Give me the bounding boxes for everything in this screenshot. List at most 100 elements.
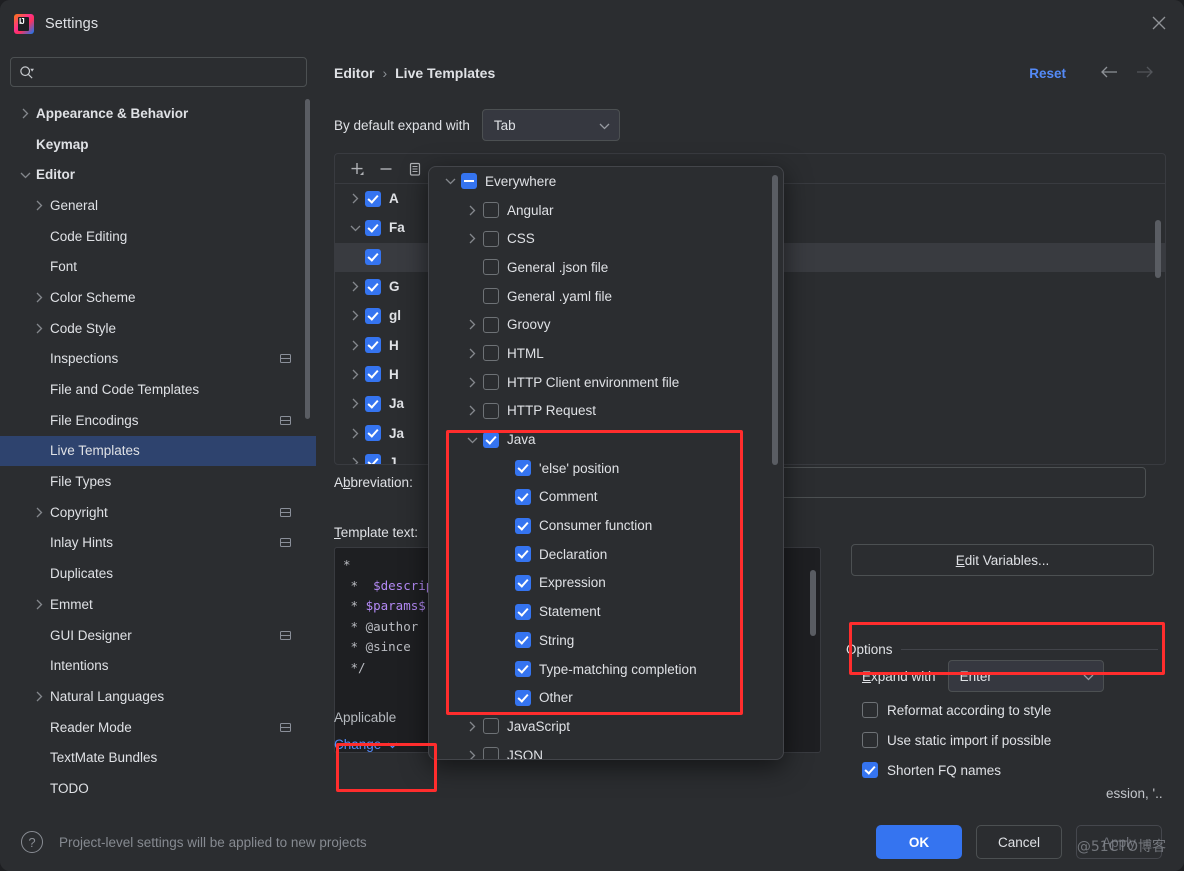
- ok-button[interactable]: OK: [876, 825, 962, 859]
- chevron-right-icon[interactable]: [461, 205, 483, 216]
- reset-button[interactable]: Reset: [1029, 66, 1066, 81]
- chevron-right-icon[interactable]: [461, 405, 483, 416]
- chevron-right-icon[interactable]: [461, 319, 483, 330]
- sidebar-item-code-editing[interactable]: Code Editing: [0, 221, 316, 252]
- checkbox-on[interactable]: [365, 337, 381, 354]
- chevron-right-icon[interactable]: [30, 292, 48, 303]
- popup-scrollbar[interactable]: [772, 175, 778, 465]
- duplicate-icon[interactable]: [402, 157, 428, 181]
- checkbox-on[interactable]: [515, 661, 531, 678]
- help-icon[interactable]: ?: [21, 831, 43, 853]
- context-row-java[interactable]: Java: [429, 425, 783, 454]
- context-row-general-json-file[interactable]: General .json file: [429, 253, 783, 282]
- plus-icon[interactable]: [344, 157, 370, 181]
- checkbox-on[interactable]: [862, 762, 878, 778]
- default-expand-combo[interactable]: Tab: [481, 109, 620, 141]
- sidebar-item-file-and-code-templates[interactable]: File and Code Templates: [0, 374, 316, 405]
- chevron-right-icon[interactable]: [461, 348, 483, 359]
- chevron-right-icon[interactable]: [16, 108, 34, 119]
- checkbox-off[interactable]: [483, 202, 499, 219]
- chevron-down-icon[interactable]: [345, 224, 365, 232]
- checkbox-off[interactable]: [862, 732, 878, 748]
- checkbox-off[interactable]: [483, 230, 499, 247]
- sidebar-item-inspections[interactable]: Inspections: [0, 344, 316, 375]
- context-row-comment[interactable]: Comment: [429, 483, 783, 512]
- context-row-javascript[interactable]: JavaScript: [429, 712, 783, 741]
- chevron-right-icon[interactable]: [30, 507, 48, 518]
- chevron-down-icon[interactable]: [439, 177, 461, 185]
- context-row-everywhere[interactable]: Everywhere: [429, 167, 783, 196]
- chevron-right-icon[interactable]: [461, 377, 483, 388]
- expand-with-combo[interactable]: Enter: [947, 660, 1104, 692]
- close-icon[interactable]: [1142, 8, 1176, 38]
- templates-scrollbar[interactable]: [1155, 220, 1161, 278]
- breadcrumb-parent[interactable]: Editor: [334, 65, 374, 81]
- checkbox-off[interactable]: [483, 316, 499, 333]
- sidebar-item-reader-mode[interactable]: Reader Mode: [0, 712, 316, 743]
- checkbox-on[interactable]: [515, 460, 531, 477]
- sidebar-item-inlay-hints[interactable]: Inlay Hints: [0, 528, 316, 559]
- chevron-right-icon[interactable]: [345, 310, 365, 321]
- chevron-right-icon[interactable]: [345, 428, 365, 439]
- sidebar-item-keymap[interactable]: Keymap: [0, 129, 316, 160]
- search-box[interactable]: [10, 57, 307, 87]
- checkbox-on[interactable]: [515, 689, 531, 706]
- context-row-groovy[interactable]: Groovy: [429, 310, 783, 339]
- chevron-right-icon[interactable]: [461, 750, 483, 759]
- sidebar-item-duplicates[interactable]: Duplicates: [0, 558, 316, 589]
- search-input[interactable]: [38, 64, 298, 80]
- checkbox-ind[interactable]: [461, 173, 477, 190]
- minus-icon[interactable]: [373, 157, 399, 181]
- sidebar-item-natural-languages[interactable]: Natural Languages: [0, 681, 316, 712]
- sidebar-item-todo[interactable]: TODO: [0, 773, 316, 804]
- context-row-html[interactable]: HTML: [429, 339, 783, 368]
- checkbox-on[interactable]: [365, 366, 381, 383]
- option-reformat-according-to-style[interactable]: Reformat according to style: [862, 695, 1158, 725]
- context-row-statement[interactable]: Statement: [429, 597, 783, 626]
- context-row-else-position[interactable]: 'else' position: [429, 454, 783, 483]
- sidebar-item-general[interactable]: General: [0, 190, 316, 221]
- sidebar-item-copyright[interactable]: Copyright: [0, 497, 316, 528]
- checkbox-on[interactable]: [365, 219, 381, 236]
- cancel-button[interactable]: Cancel: [976, 825, 1062, 859]
- checkbox-on[interactable]: [365, 249, 381, 266]
- checkbox-on[interactable]: [515, 517, 531, 534]
- sidebar-item-file-types[interactable]: File Types: [0, 466, 316, 497]
- context-row-string[interactable]: String: [429, 626, 783, 655]
- arrow-left-icon[interactable]: [1100, 65, 1118, 84]
- context-row-expression[interactable]: Expression: [429, 569, 783, 598]
- context-row-css[interactable]: CSS: [429, 224, 783, 253]
- checkbox-on[interactable]: [365, 425, 381, 442]
- checkbox-on[interactable]: [365, 395, 381, 412]
- checkbox-on[interactable]: [515, 546, 531, 563]
- chevron-right-icon[interactable]: [461, 721, 483, 732]
- context-row-angular[interactable]: Angular: [429, 196, 783, 225]
- checkbox-off[interactable]: [862, 702, 878, 718]
- chevron-down-icon[interactable]: [461, 436, 483, 444]
- checkbox-off[interactable]: [483, 747, 499, 759]
- option-shorten-fq-names[interactable]: Shorten FQ names: [862, 755, 1158, 785]
- sidebar-item-code-style[interactable]: Code Style: [0, 313, 316, 344]
- checkbox-off[interactable]: [483, 288, 499, 305]
- context-row-json[interactable]: JSON: [429, 741, 783, 759]
- checkbox-on[interactable]: [483, 431, 499, 448]
- sidebar-scrollbar[interactable]: [305, 99, 310, 419]
- sidebar-item-editor[interactable]: Editor: [0, 159, 316, 190]
- sidebar-item-intentions[interactable]: Intentions: [0, 650, 316, 681]
- sidebar-item-emmet[interactable]: Emmet: [0, 589, 316, 620]
- checkbox-on[interactable]: [515, 632, 531, 649]
- chevron-right-icon[interactable]: [345, 340, 365, 351]
- checkbox-on[interactable]: [515, 603, 531, 620]
- sidebar-item-color-scheme[interactable]: Color Scheme: [0, 282, 316, 313]
- checkbox-off[interactable]: [483, 402, 499, 419]
- checkbox-on[interactable]: [365, 190, 381, 207]
- chevron-down-icon[interactable]: [16, 171, 34, 179]
- change-context-button[interactable]: Change: [334, 737, 398, 752]
- chevron-right-icon[interactable]: [345, 398, 365, 409]
- option-use-static-import-if-possible[interactable]: Use static import if possible: [862, 725, 1158, 755]
- sidebar-item-font[interactable]: Font: [0, 251, 316, 282]
- context-row-other[interactable]: Other: [429, 683, 783, 712]
- sidebar-item-appearance-behavior[interactable]: Appearance & Behavior: [0, 98, 316, 129]
- arrow-right-icon[interactable]: [1136, 65, 1154, 84]
- chevron-right-icon[interactable]: [30, 323, 48, 334]
